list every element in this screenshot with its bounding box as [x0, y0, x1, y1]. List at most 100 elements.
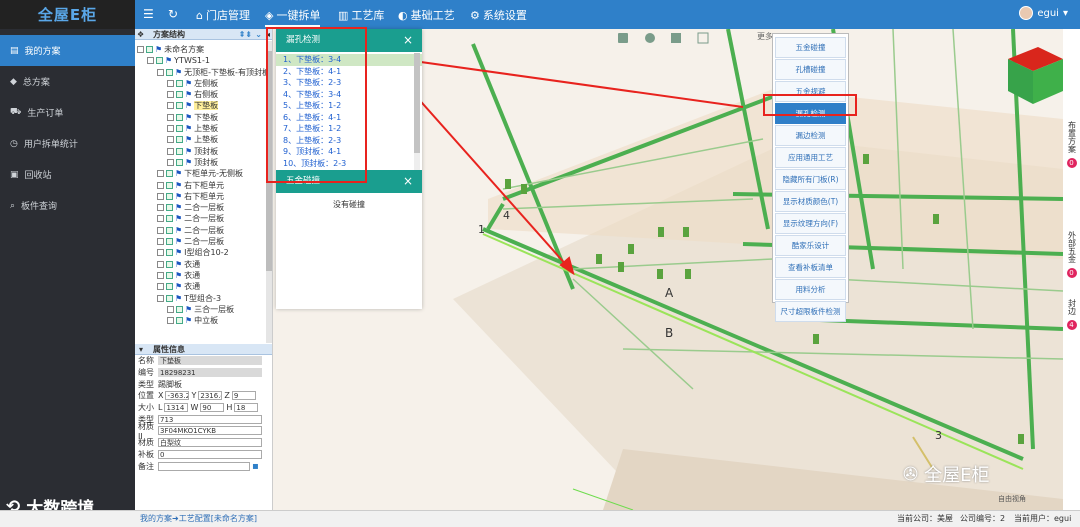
expand-toggle-icon[interactable]	[157, 294, 164, 302]
close-icon[interactable]: ×	[403, 29, 413, 52]
expand-toggle-icon[interactable]	[157, 238, 164, 246]
checkbox[interactable]	[166, 226, 173, 234]
checkbox[interactable]	[176, 113, 183, 121]
checkbox[interactable]	[166, 271, 173, 279]
expand-toggle-icon[interactable]	[157, 215, 164, 223]
menu-item[interactable]: 显示材质颜色(T)	[775, 191, 846, 212]
close-icon[interactable]: ×	[403, 170, 413, 193]
tree-node[interactable]: ⚑ 顶封板	[135, 157, 272, 168]
tree-node[interactable]: ⚑ 右侧板	[135, 89, 272, 100]
checkbox[interactable]	[166, 181, 173, 189]
expand-toggle-icon[interactable]	[157, 68, 164, 76]
checkbox[interactable]	[166, 68, 173, 76]
menu-item[interactable]: 酷家乐设计	[775, 235, 846, 256]
nav-basic[interactable]: ◐ 基础工艺	[398, 7, 455, 23]
edge-field[interactable]: 0	[158, 449, 262, 459]
expand-toggle-icon[interactable]	[167, 113, 174, 121]
checkbox[interactable]	[176, 136, 183, 144]
tree-node[interactable]: ⚑ I型组合10-2	[135, 247, 272, 258]
expand-toggle-icon[interactable]	[157, 260, 164, 268]
tree-node[interactable]: ⚑ 下垫板	[135, 112, 272, 123]
expand-toggle-icon[interactable]	[157, 271, 164, 279]
tree-node[interactable]: ⚑ 未命名方案	[135, 44, 272, 55]
app-logo[interactable]: 全屋E柜	[0, 0, 135, 29]
checkbox[interactable]	[176, 158, 183, 166]
pos-y-field[interactable]: 2316.4	[198, 391, 223, 401]
tree-node[interactable]: ⚑ 二合一层板	[135, 202, 272, 213]
checkbox[interactable]	[176, 125, 183, 133]
tree-node[interactable]: ⚑ 无顶柜-下垫板-有顶封板	[135, 67, 272, 78]
pos-x-field[interactable]: -363.2	[165, 391, 190, 401]
expand-all-icon[interactable]: ⇞⇟	[239, 29, 252, 40]
menu-item[interactable]: 显示纹理方向(F)	[775, 213, 846, 234]
tree-node[interactable]: ⚑ 二合一层板	[135, 236, 272, 247]
checkbox[interactable]	[176, 317, 183, 325]
chevron-down-icon[interactable]: ⌄	[255, 29, 262, 40]
nav-split[interactable]: ◈ 一键拆单	[265, 7, 321, 27]
checkbox[interactable]	[166, 249, 173, 257]
note-field[interactable]	[158, 461, 250, 471]
tree-node[interactable]: ⚑ 左侧板	[135, 78, 272, 89]
kind-field[interactable]: 713	[158, 414, 262, 424]
collapse-icon[interactable]: ▾	[139, 344, 143, 355]
menu-item[interactable]: 查看补板清单	[775, 257, 846, 278]
material-field[interactable]: 白梨纹	[158, 438, 262, 448]
checkbox[interactable]	[176, 91, 183, 99]
rightbar-hardware[interactable]: 外部五金 0	[1063, 231, 1080, 278]
expand-toggle-icon[interactable]	[167, 125, 174, 133]
tree-node[interactable]: ⚑ 三合一层板	[135, 304, 272, 315]
checkbox[interactable]	[166, 204, 173, 212]
checkbox[interactable]	[176, 79, 183, 87]
rightbar-edge[interactable]: 封边 4	[1063, 299, 1080, 330]
expand-toggle-icon[interactable]	[167, 91, 174, 99]
size-l-field[interactable]: 1314	[164, 403, 189, 413]
sidebar-item-all-plans[interactable]: ◆ 总方案	[0, 66, 135, 97]
checkbox[interactable]	[176, 305, 183, 313]
view-mode-label[interactable]: 自由视角	[998, 494, 1026, 504]
tree-node[interactable]: ⚑ 下柜单元-无侧板	[135, 168, 272, 179]
expand-toggle-icon[interactable]	[167, 305, 174, 313]
checkbox[interactable]	[166, 238, 173, 246]
sidebar-item-my-plan[interactable]: ▤ 我的方案	[0, 35, 135, 66]
expand-toggle-icon[interactable]	[167, 102, 174, 110]
expand-toggle-icon[interactable]	[167, 136, 174, 144]
tree-node[interactable]: ⚑ 衣通	[135, 281, 272, 292]
tree-node[interactable]: ⚑ 衣通	[135, 270, 272, 281]
tree-node[interactable]: ⚑ 右下柜单元	[135, 191, 272, 202]
expand-toggle-icon[interactable]	[137, 46, 144, 53]
tree-node[interactable]: ⚑ 二合一层板	[135, 225, 272, 236]
expand-toggle-icon[interactable]	[157, 283, 164, 291]
sidebar-item-search[interactable]: ⌕ 板件查询	[0, 190, 135, 221]
checkbox[interactable]	[156, 57, 163, 65]
menu-item[interactable]: 用料分析	[775, 279, 846, 300]
checkbox[interactable]	[146, 46, 153, 53]
tree-node[interactable]: ⚑ 衣通	[135, 259, 272, 270]
expand-toggle-icon[interactable]	[157, 249, 164, 257]
expand-toggle-icon[interactable]	[147, 57, 154, 65]
expand-toggle-icon[interactable]	[167, 147, 174, 155]
menu-item[interactable]: 隐藏所有门板(R)	[775, 169, 846, 190]
tree-node[interactable]: ⚑ 二合一层板	[135, 213, 272, 224]
code-field[interactable]: 18298231	[158, 368, 262, 378]
hole-list-scrollbar[interactable]	[414, 53, 420, 171]
tree-node[interactable]: ⚑ 上垫板	[135, 134, 272, 145]
menu-item[interactable]: 孔槽碰撞	[775, 59, 846, 80]
rightbar-layout[interactable]: 布置方案 0	[1063, 121, 1080, 168]
checkbox[interactable]	[166, 294, 173, 302]
menu-item[interactable]: 应用通用工艺	[775, 147, 846, 168]
menu-icon[interactable]: ☰	[143, 7, 154, 21]
size-h-field[interactable]: 18	[234, 403, 259, 413]
menu-item[interactable]: 尺寸超限板件检测	[775, 301, 846, 322]
checkbox[interactable]	[176, 102, 183, 110]
size-w-field[interactable]: 90	[200, 403, 225, 413]
checkbox[interactable]	[166, 170, 173, 178]
name-field[interactable]: 下垫板	[158, 356, 262, 366]
nav-store[interactable]: ⌂ 门店管理	[196, 7, 250, 23]
nav-process[interactable]: ▥ 工艺库	[338, 7, 384, 23]
expand-toggle-icon[interactable]	[157, 204, 164, 212]
expand-toggle-icon[interactable]	[167, 79, 174, 87]
checkbox[interactable]	[166, 283, 173, 291]
expand-toggle-icon[interactable]	[167, 317, 174, 325]
save-icon[interactable]: ▪	[252, 461, 259, 472]
checkbox[interactable]	[166, 215, 173, 223]
